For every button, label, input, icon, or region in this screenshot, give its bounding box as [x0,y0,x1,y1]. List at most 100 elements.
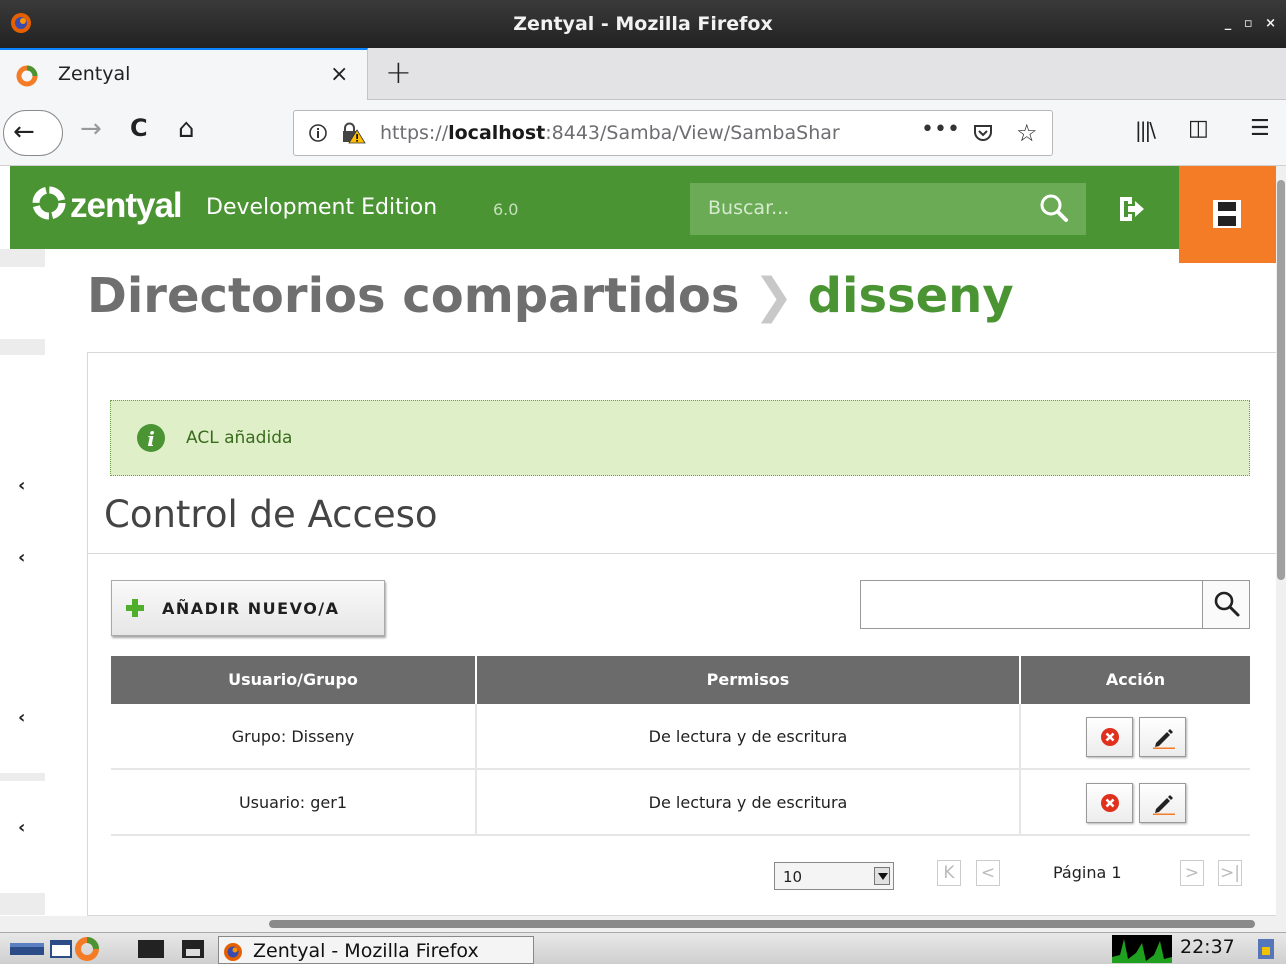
left-sidebar: ‹ ‹ ‹ ‹ [0,249,45,915]
file-manager-icon[interactable] [180,939,206,959]
edit-button[interactable] [1139,783,1186,823]
cell-permissions: De lectura y de escritura [477,770,1021,836]
nav-bar: ← → C ⌂ https://localhost:8443/Samba/Vie… [0,100,1286,166]
zentyal-header: zentyal Development Edition 6.0 Buscar..… [10,166,1278,249]
column-header-permissions[interactable]: Permisos [477,656,1021,704]
search-icon [1214,591,1240,617]
save-changes-button[interactable] [1179,166,1276,263]
page-size-select[interactable]: 10 [774,862,894,890]
sidebar-item[interactable] [0,267,45,339]
reload-button[interactable]: C [130,114,148,142]
save-icon [1213,200,1241,228]
delete-button[interactable] [1086,717,1133,757]
window-icon[interactable] [50,939,72,959]
global-search-input[interactable]: Buscar... [690,183,1086,235]
tab-close-button[interactable]: × [330,62,348,87]
hamburger-menu-button[interactable]: ☰ [1250,116,1270,141]
search-placeholder: Buscar... [708,197,790,219]
table-search-input[interactable] [860,580,1203,629]
taskbar-task-firefox[interactable]: Zentyal - Mozilla Firefox [218,936,534,964]
table-row: Usuario: ger1 De lectura y de escritura [111,770,1250,836]
edition-label: Development Edition [206,195,438,220]
delete-icon [1101,794,1119,812]
table-search-button[interactable] [1202,580,1250,629]
next-page-button[interactable]: > [1180,860,1204,886]
breadcrumb-parent[interactable]: Directorios compartidos [87,268,739,324]
message-text: ACL añadida [186,428,293,448]
clock: 22:37 [1180,936,1235,958]
version-label: 6.0 [493,200,519,219]
bookmark-star-icon[interactable]: ☆ [1016,119,1038,147]
svg-text:i: i [147,427,155,451]
terminal-icon[interactable] [138,939,164,959]
scrollbar-thumb[interactable] [269,920,1255,928]
cell-actions [1021,704,1250,770]
firefox-icon [223,942,243,962]
logout-icon[interactable] [1116,194,1146,224]
cpu-monitor-graph [1112,935,1172,963]
sidebar-toggle-button[interactable]: ◫ [1188,116,1209,141]
back-arrow-icon: ← [13,117,35,147]
section-title: Control de Acceso [104,493,438,536]
sidebar-chevron-icon[interactable]: ‹ [18,475,25,496]
taskbar-task-label: Zentyal - Mozilla Firefox [253,940,479,962]
add-new-label: AÑADIR NUEVO/A [162,599,340,618]
forward-button[interactable]: → [80,114,102,144]
window-titlebar: Zentyal - Mozilla Firefox _ ▫ × [0,0,1286,48]
edit-pencil-icon [1153,795,1175,815]
horizontal-scrollbar[interactable] [0,916,1286,932]
cell-user: Usuario: ger1 [111,770,477,836]
tab-zentyal[interactable]: Zentyal × [0,48,368,100]
zentyal-favicon-icon [16,65,38,87]
desktop-icon[interactable] [10,939,44,959]
cell-user: Grupo: Disseny [111,704,477,770]
table-row: Grupo: Disseny De lectura y de escritura [111,704,1250,770]
taskbar: Zentyal - Mozilla Firefox 22:37 [0,932,1286,964]
delete-button[interactable] [1086,783,1133,823]
window-controls[interactable]: _ ▫ × [1225,16,1280,31]
section-divider [87,553,1278,554]
table-header: Usuario/Grupo Permisos Acción [111,656,1250,704]
back-button[interactable]: ← [3,110,63,156]
sidebar-chevron-icon[interactable]: ‹ [18,707,25,728]
home-button[interactable]: ⌂ [178,114,195,144]
sidebar-chevron-icon[interactable]: ‹ [18,547,25,568]
lock-icon[interactable] [1256,939,1276,959]
info-icon[interactable] [308,123,328,143]
pocket-icon[interactable] [972,122,994,144]
zentyal-brand[interactable]: zentyal [70,186,183,226]
first-page-button[interactable]: K [937,860,961,886]
breadcrumb-separator: ❯ [753,268,794,324]
url-bar[interactable]: https://localhost:8443/Samba/View/SambaS… [293,110,1053,156]
chevron-down-icon [874,867,890,885]
zentyal-logo-icon [30,184,68,222]
success-message: i ACL añadida [110,400,1250,476]
library-button[interactable]: |||\ [1135,118,1156,142]
delete-icon [1101,728,1119,746]
info-icon: i [136,423,166,453]
plus-icon [125,598,145,618]
scrollbar-thumb[interactable] [1277,180,1285,580]
vertical-scrollbar[interactable] [1276,166,1286,916]
edit-pencil-icon [1153,729,1175,749]
page-title: Directorios compartidos ❯ disseny [87,268,1014,324]
column-header-user[interactable]: Usuario/Grupo [111,656,477,704]
edit-button[interactable] [1139,717,1186,757]
page-actions-button[interactable]: ••• [921,117,960,142]
add-new-button[interactable]: AÑADIR NUEVO/A [111,580,385,636]
search-icon[interactable] [1038,192,1070,224]
window-title: Zentyal - Mozilla Firefox [513,13,773,35]
cell-actions [1021,770,1250,836]
last-page-button[interactable]: >| [1218,860,1242,886]
tab-label: Zentyal [58,63,131,85]
page-indicator: Página 1 [1053,863,1122,882]
column-header-action: Acción [1105,670,1166,689]
prev-page-button[interactable]: < [976,860,1000,886]
breadcrumb-current: disseny [807,268,1014,324]
page-size-value: 10 [783,868,803,886]
new-tab-button[interactable]: + [385,53,412,91]
insecure-lock-icon[interactable] [340,122,366,144]
url-text: https://localhost:8443/Samba/View/SambaS… [380,122,840,144]
sidebar-chevron-icon[interactable]: ‹ [18,817,25,838]
zentyal-launcher-icon[interactable] [74,936,100,962]
